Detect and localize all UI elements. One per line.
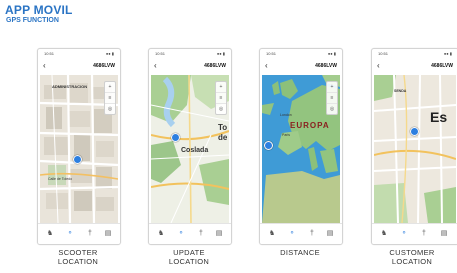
map-view[interactable]: Coslada To de + ≡ ◎ (151, 75, 229, 223)
caption-distance: DISTANCE (255, 248, 345, 257)
caption-line: UPDATE (173, 248, 205, 257)
caption-line: LOCATION (57, 257, 99, 266)
back-icon[interactable]: ‹ (43, 62, 46, 70)
map-label: London (280, 113, 292, 117)
map-label: EUROPA (290, 121, 330, 130)
nav-bar: ‹ 4686LVW (38, 59, 120, 73)
back-icon[interactable]: ‹ (265, 62, 268, 70)
status-bar: 10:51 ●● ▮ (372, 49, 457, 57)
vehicle-plate: 4686LVW (315, 63, 337, 69)
map-controls: + ≡ ◎ (215, 81, 227, 115)
back-icon[interactable]: ‹ (154, 62, 157, 70)
tab-tools-icon[interactable]: † (82, 228, 98, 240)
tab-menu-icon[interactable]: ▤ (211, 228, 227, 240)
nav-bar: ‹ 4686LVW (260, 59, 342, 73)
map-label: ADMINISTRACION (52, 84, 88, 89)
scooter-pin-icon[interactable] (264, 141, 273, 150)
caption-line: LOCATION (168, 257, 210, 266)
tab-bar: ♞ ⚬ † ▤ (260, 223, 342, 244)
phone-screen-scooter-location: 10:51 ●● ▮ ‹ 4686LVW ADMINISTRACION Call… (37, 48, 121, 245)
status-time: 10:51 (378, 51, 389, 56)
vehicle-plate: 4686LVW (93, 63, 115, 69)
caption-customer-location: CUSTOMER LOCATION (367, 248, 457, 266)
page-title: APP MOVIL (5, 3, 73, 17)
tab-location-icon[interactable]: ⚬ (173, 228, 189, 240)
signal-icon: ●● ▮ (216, 51, 225, 56)
tab-tools-icon[interactable]: † (304, 228, 320, 240)
zoom-in-icon[interactable]: + (105, 82, 115, 93)
status-bar: 10:51 ●● ▮ (38, 49, 120, 57)
tab-location-icon[interactable]: ⚬ (62, 228, 78, 240)
status-time: 10:51 (155, 51, 166, 56)
city-map (374, 75, 456, 223)
tab-tools-icon[interactable]: † (416, 228, 432, 240)
tab-menu-icon[interactable]: ▤ (322, 228, 338, 240)
zoom-in-icon[interactable]: + (216, 82, 226, 93)
scooter-pin-icon[interactable] (171, 133, 180, 142)
map-label: Es (430, 109, 448, 125)
map-label: To (218, 123, 228, 132)
layers-icon[interactable]: ≡ (105, 93, 115, 104)
phone-screen-distance: 10:51 ●● ▮ ‹ 4686LVW EUROPA London Paris… (259, 48, 343, 245)
layers-icon[interactable]: ≡ (216, 93, 226, 104)
caption-scooter-location: SCOOTER LOCATION (33, 248, 123, 266)
page-subtitle: GPS FUNCTION (6, 17, 59, 24)
tab-scooter-icon[interactable]: ♞ (153, 228, 169, 240)
caption-line: SCOOTER (58, 248, 98, 257)
phone-screen-update-location: 10:51 ●● ▮ ‹ 4686LVW Coslada To de + ≡ ◎ (148, 48, 232, 245)
layers-icon[interactable]: ≡ (327, 93, 337, 104)
locate-icon[interactable]: ◎ (105, 104, 115, 114)
zoom-in-icon[interactable]: + (327, 82, 337, 93)
map-label: Paris (282, 133, 290, 137)
status-time: 10:51 (44, 51, 55, 56)
nav-bar: ‹ 4686LVW (149, 59, 231, 73)
scooter-pin-icon[interactable] (73, 155, 82, 164)
map-view[interactable]: Es SENDA (374, 75, 456, 223)
tab-scooter-icon[interactable]: ♞ (264, 228, 280, 240)
tab-bar: ♞ ⚬ † ▤ (372, 223, 457, 244)
status-time: 10:51 (266, 51, 277, 56)
locate-icon[interactable]: ◎ (216, 104, 226, 114)
caption-line: LOCATION (391, 257, 433, 266)
caption-line: CUSTOMER (389, 248, 435, 257)
map-controls: + ≡ ◎ (326, 81, 338, 115)
status-bar: 10:51 ●● ▮ (149, 49, 231, 57)
tab-tools-icon[interactable]: † (193, 228, 209, 240)
tab-bar: ♞ ⚬ † ▤ (149, 223, 231, 244)
vehicle-plate: 4686LVW (204, 63, 226, 69)
map-controls: + ≡ ◎ (104, 81, 116, 115)
vehicle-plate: 4686LVW (431, 63, 453, 69)
tab-menu-icon[interactable]: ▤ (436, 228, 452, 240)
map-label: SENDA (394, 89, 407, 93)
map-view[interactable]: ADMINISTRACION Calle de Toledo + ≡ ◎ (40, 75, 118, 223)
locate-icon[interactable]: ◎ (327, 104, 337, 114)
signal-icon: ●● ▮ (443, 51, 452, 56)
map-label: Coslada (181, 147, 209, 154)
caption-line: DISTANCE (280, 248, 320, 257)
phone-screen-customer-location: 10:51 ●● ▮ ‹ 4686LVW Es SENDA ♞ ⚬ † ▤ (371, 48, 457, 245)
signal-icon: ●● ▮ (327, 51, 336, 56)
tab-menu-icon[interactable]: ▤ (100, 228, 116, 240)
tab-bar: ♞ ⚬ † ▤ (38, 223, 120, 244)
caption-update-location: UPDATE LOCATION (144, 248, 234, 266)
back-icon[interactable]: ‹ (377, 62, 380, 70)
map-view[interactable]: EUROPA London Paris + ≡ ◎ (262, 75, 340, 223)
nav-bar: ‹ 4686LVW (372, 59, 457, 73)
tab-scooter-icon[interactable]: ♞ (376, 228, 392, 240)
tab-location-icon[interactable]: ⚬ (284, 228, 300, 240)
tab-scooter-icon[interactable]: ♞ (42, 228, 58, 240)
map-label: Calle de Toledo (48, 177, 73, 181)
signal-icon: ●● ▮ (105, 51, 114, 56)
map-label: de (218, 133, 228, 142)
status-bar: 10:51 ●● ▮ (260, 49, 342, 57)
customer-pin-icon[interactable] (410, 127, 419, 136)
tab-location-icon[interactable]: ⚬ (396, 228, 412, 240)
